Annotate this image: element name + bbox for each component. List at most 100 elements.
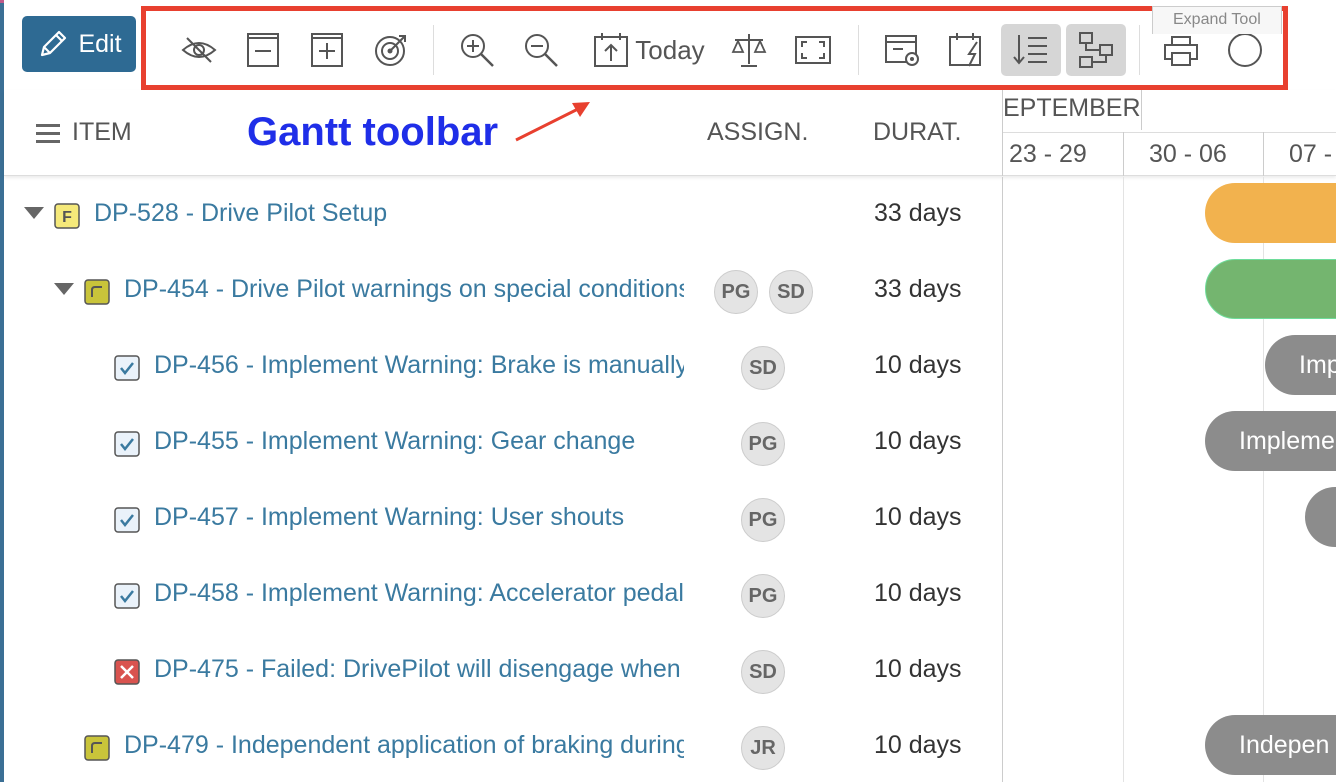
- row-duration: 33 days: [874, 275, 962, 303]
- svg-text:F: F: [62, 209, 72, 226]
- table-row[interactable]: DP-458 - Implement Warning: Accelerator …: [4, 557, 1002, 633]
- zoom-in-button[interactable]: [452, 24, 502, 76]
- expand-all-button[interactable]: [302, 24, 352, 76]
- dependencies-icon: [1079, 32, 1113, 68]
- task-check-icon: [114, 507, 140, 533]
- today-icon: [594, 33, 629, 67]
- task-check-icon: [114, 583, 140, 609]
- hide-button[interactable]: [174, 24, 224, 76]
- hide-icon: [181, 37, 217, 63]
- feature-icon: F: [54, 203, 80, 229]
- item-column-header[interactable]: ITEM: [36, 118, 132, 147]
- timeline-header: EPTEMBER 23 - 29 30 - 06 07 -: [1002, 90, 1336, 176]
- gantt-bar[interactable]: [1205, 183, 1336, 243]
- row-duration: 10 days: [874, 731, 962, 759]
- avatar[interactable]: SD: [769, 270, 813, 314]
- table-row[interactable]: DP-455 - Implement Warning: Gear change …: [4, 405, 1002, 481]
- circle-icon: [1228, 33, 1262, 67]
- row-title[interactable]: DP-455 - Implement Warning: Gear change: [154, 427, 684, 456]
- gantt-toolbar: Today: [141, 6, 1288, 90]
- month-separator: [1141, 90, 1142, 130]
- week-separator: [1263, 132, 1264, 176]
- month-label: EPTEMBER: [1003, 94, 1141, 122]
- gantt-bar[interactable]: [1305, 487, 1336, 547]
- today-button[interactable]: Today: [584, 24, 712, 76]
- row-duration: 10 days: [874, 655, 962, 683]
- gantt-settings-button[interactable]: [878, 24, 928, 76]
- toolbar-row: Edit Today Expand Tool: [4, 0, 1336, 90]
- annotation-arrow: [515, 102, 590, 142]
- avatar[interactable]: PG: [741, 498, 785, 542]
- target-button[interactable]: [366, 24, 416, 76]
- dependencies-button[interactable]: [1066, 24, 1126, 76]
- row-duration: 10 days: [874, 351, 962, 379]
- epic-icon: [84, 735, 110, 761]
- week-separator: [1123, 132, 1124, 176]
- gantt-bar[interactable]: Impleme: [1205, 411, 1336, 471]
- pencil-icon: [41, 30, 67, 57]
- row-title[interactable]: DP-475 - Failed: DrivePilot will disenga…: [154, 655, 684, 684]
- week-label: 07 -: [1289, 140, 1333, 168]
- fullscreen-icon: [795, 36, 831, 64]
- table-row[interactable]: DP-456 - Implement Warning: Brake is man…: [4, 329, 1002, 405]
- zoom-out-icon: [525, 34, 558, 67]
- row-duration: 10 days: [874, 579, 962, 607]
- edit-label: Edit: [78, 29, 122, 58]
- edit-button[interactable]: Edit: [22, 16, 136, 72]
- gantt-toolbar-annotation: Gantt toolbar: [247, 110, 499, 154]
- collapse-all-button[interactable]: [238, 24, 288, 76]
- row-title[interactable]: DP-456 - Implement Warning: Brake is man…: [154, 351, 684, 380]
- fullscreen-button[interactable]: [788, 24, 838, 76]
- collapse-toggle-icon[interactable]: [54, 283, 74, 295]
- gantt-bar[interactable]: Imp: [1265, 335, 1336, 395]
- row-title[interactable]: DP-457 - Implement Warning: User shouts: [154, 503, 684, 532]
- week-divider: [1003, 132, 1336, 133]
- collapse-toggle-icon[interactable]: [24, 207, 44, 219]
- expand-tool-tab[interactable]: Expand Tool: [1152, 6, 1282, 34]
- zoom-out-button[interactable]: [516, 24, 566, 76]
- table-row[interactable]: DP-454 - Drive Pilot warnings on special…: [4, 253, 1002, 329]
- expand-all-icon: [311, 33, 343, 67]
- bug-icon: [114, 659, 140, 685]
- week-label: 30 - 06: [1149, 140, 1227, 168]
- gantt-bar[interactable]: Indepen: [1205, 715, 1336, 775]
- gantt-bar[interactable]: [1205, 259, 1336, 319]
- item-column-label: ITEM: [72, 118, 132, 146]
- avatar[interactable]: JR: [741, 726, 785, 770]
- row-duration: 10 days: [874, 503, 962, 531]
- avatar[interactable]: SD: [741, 346, 785, 390]
- table-row[interactable]: DP-479 - Independent application of brak…: [4, 709, 1002, 782]
- target-icon: [375, 35, 406, 66]
- table-row[interactable]: F DP-528 - Drive Pilot Setup 33 days: [4, 177, 1002, 253]
- print-icon: [1164, 36, 1198, 66]
- row-duration: 33 days: [874, 199, 962, 227]
- calendar-lightning-button[interactable]: [942, 24, 992, 76]
- row-title[interactable]: DP-454 - Drive Pilot warnings on special…: [124, 275, 684, 304]
- sort-button[interactable]: [1001, 24, 1061, 76]
- assignee-column-header[interactable]: ASSIGN.: [707, 118, 808, 147]
- toolbar-separator: [1139, 25, 1140, 75]
- avatar[interactable]: PG: [741, 574, 785, 618]
- week-label: 23 - 29: [1009, 140, 1087, 168]
- row-title[interactable]: DP-458 - Implement Warning: Accelerator …: [154, 579, 684, 608]
- avatar[interactable]: PG: [714, 270, 758, 314]
- zoom-in-icon: [461, 34, 494, 67]
- week-gridline: [1123, 177, 1124, 782]
- grid-header: ITEM Gantt toolbar ASSIGN. DURAT. EPTEMB…: [4, 90, 1336, 176]
- balance-button[interactable]: [724, 24, 774, 76]
- toolbar-separator: [433, 25, 434, 75]
- epic-icon: [84, 279, 110, 305]
- duration-column-header[interactable]: DURAT.: [873, 118, 961, 147]
- row-title[interactable]: DP-528 - Drive Pilot Setup: [94, 199, 684, 228]
- task-check-icon: [114, 431, 140, 457]
- table-row[interactable]: DP-457 - Implement Warning: User shouts …: [4, 481, 1002, 557]
- avatar[interactable]: SD: [741, 650, 785, 694]
- toolbar-separator: [858, 25, 859, 75]
- today-label: Today: [635, 34, 705, 65]
- avatar[interactable]: PG: [741, 422, 785, 466]
- table-row[interactable]: DP-475 - Failed: DrivePilot will disenga…: [4, 633, 1002, 709]
- sort-icon: [1013, 35, 1047, 65]
- balance-icon: [731, 34, 767, 67]
- row-duration: 10 days: [874, 427, 962, 455]
- row-title[interactable]: DP-479 - Independent application of brak…: [124, 731, 684, 760]
